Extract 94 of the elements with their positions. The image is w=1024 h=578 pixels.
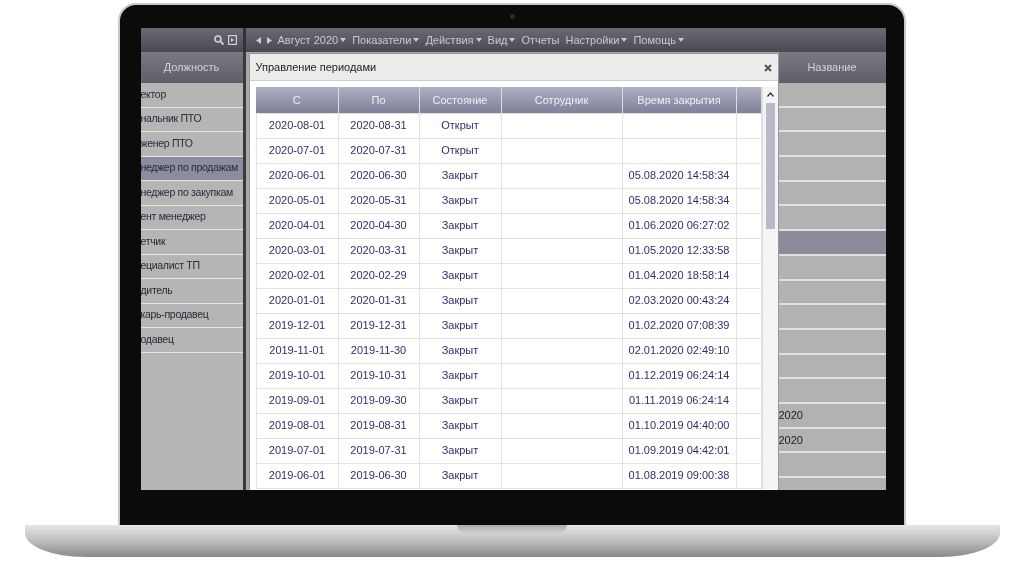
sidebar-item[interactable]: ент менеджер xyxy=(140,205,243,230)
table-cell: Закрыт xyxy=(419,413,501,438)
table-cell: 05.08.2020 14:58:34 xyxy=(622,163,736,188)
table-cell: 2020-04-30 xyxy=(338,213,419,238)
sidebar-item[interactable]: ециалист ТП xyxy=(140,254,243,279)
table-cell: 01.09.2019 04:42:01 xyxy=(622,438,736,463)
table-cell: 2020-01-01 xyxy=(256,288,338,313)
table-cell: Закрыт xyxy=(419,438,501,463)
table-cell: 01.12.2019 06:24:14 xyxy=(622,363,736,388)
menu-item[interactable]: Отчеты xyxy=(521,31,560,49)
table-cell: 2019-07-01 xyxy=(256,438,338,463)
table-cell: 2020-03-31 xyxy=(338,238,419,263)
column-header: Должность xyxy=(140,52,243,83)
table-cell: 2019-11-30 xyxy=(338,338,419,363)
table-cell: 2019-09-30 xyxy=(338,388,419,413)
table-cell: 2019-10-31 xyxy=(338,363,419,388)
table-cell: 01.05.2020 12:33:58 xyxy=(622,238,736,263)
table-cell: 2019-06-01 xyxy=(256,463,338,488)
table-cell: 2020-04-01 xyxy=(256,213,338,238)
sidebar-item[interactable]: ектор xyxy=(140,83,243,108)
close-icon xyxy=(763,64,772,73)
menu-item[interactable]: Август 2020 xyxy=(277,31,347,49)
table-cell: 2020-02-29 xyxy=(338,263,419,288)
table-cell: Закрыт xyxy=(419,313,501,338)
menu-item[interactable]: Вид xyxy=(487,31,516,49)
table-cell: 01.08.2019 09:00:38 xyxy=(622,463,736,488)
column-header[interactable]: По xyxy=(338,87,419,113)
table-cell: 2020-07-31 xyxy=(338,138,419,163)
next-arrow-icon[interactable] xyxy=(266,36,272,44)
sidebar-item[interactable]: неджер по закупкам xyxy=(140,181,243,206)
column-header[interactable]: Время закрытия xyxy=(622,87,736,113)
sidebar-item[interactable]: одавец xyxy=(140,328,243,353)
table-cell: 2019-07-31 xyxy=(338,438,419,463)
table-cell: 2020-03-01 xyxy=(256,238,338,263)
table-cell: 2020-06-01 xyxy=(256,163,338,188)
sidebar-item[interactable]: дитель xyxy=(140,279,243,304)
menu-item[interactable]: Показатели xyxy=(352,31,420,49)
table-cell: 2020-02-01 xyxy=(256,263,338,288)
scroll-thumb[interactable] xyxy=(765,103,775,229)
table-cell: Закрыт xyxy=(419,263,501,288)
prev-arrow-icon[interactable] xyxy=(255,36,261,44)
column-header[interactable]: Состояние xyxy=(419,87,501,113)
search-icon[interactable] xyxy=(213,35,224,45)
menu-item[interactable]: Действия xyxy=(425,31,482,49)
table-cell: 01.11.2019 06:24:14 xyxy=(622,388,736,413)
table-cell: 2020-08-01 xyxy=(256,113,338,138)
menu-item[interactable]: Настройки xyxy=(565,31,628,49)
column-header[interactable]: Сотрудник xyxy=(501,87,622,113)
table-cell: 2020-08-31 xyxy=(338,113,419,138)
camera-dot xyxy=(509,14,515,19)
sidebar-item[interactable]: етчик xyxy=(140,230,243,255)
table-cell: Закрыт xyxy=(419,188,501,213)
table-cell: 2019-10-01 xyxy=(256,363,338,388)
table-cell: 2019-12-31 xyxy=(338,313,419,338)
table-cell: 2019-08-31 xyxy=(338,413,419,438)
table-cell: 01.04.2020 18:58:14 xyxy=(622,263,736,288)
table-cell: 02.01.2020 02:49:10 xyxy=(622,338,736,363)
table-cell: Открыт xyxy=(419,113,501,138)
table-cell: Закрыт xyxy=(419,463,501,488)
table-cell: 02.03.2020 00:43:24 xyxy=(622,288,736,313)
table-cell: 01.10.2019 04:40:00 xyxy=(622,413,736,438)
table-cell: 01.06.2020 06:27:02 xyxy=(622,213,736,238)
table-cell: 05.08.2020 14:58:34 xyxy=(622,188,736,213)
table-cell: 2020 xyxy=(778,428,886,454)
table-cell: 2020-05-01 xyxy=(256,188,338,213)
table-cell: 01.02.2020 07:08:39 xyxy=(622,313,736,338)
sidebar-item[interactable]: неджер по продажам xyxy=(140,156,243,181)
table-cell: 2019-11-01 xyxy=(256,338,338,363)
table-cell: 2019-12-01 xyxy=(256,313,338,338)
sidebar-item[interactable]: нальник ПТО xyxy=(140,107,243,132)
menu-item[interactable]: Помощь xyxy=(633,31,684,49)
table-cell: 2019-09-01 xyxy=(256,388,338,413)
dialog-title: Управление периодами xyxy=(255,59,377,75)
table-cell: Закрыт xyxy=(419,238,501,263)
column-header[interactable]: С xyxy=(256,87,338,113)
chevron-up-icon xyxy=(766,91,774,97)
sidebar-item[interactable]: женер ПТО xyxy=(140,132,243,157)
table-cell: 2020-05-31 xyxy=(338,188,419,213)
table-cell: Закрыт xyxy=(419,388,501,413)
column-header: Название xyxy=(778,52,886,83)
table-cell: Закрыт xyxy=(419,288,501,313)
table-cell: 2020 xyxy=(778,403,886,429)
table-cell: Закрыт xyxy=(419,213,501,238)
table-cell: 2020-06-30 xyxy=(338,163,419,188)
table-cell: 2020-07-01 xyxy=(256,138,338,163)
table-cell: 2019-06-30 xyxy=(338,463,419,488)
exit-icon[interactable] xyxy=(227,35,237,45)
table-cell: 2019-08-01 xyxy=(256,413,338,438)
sidebar-item[interactable]: карь-продавец xyxy=(140,303,243,328)
table-cell: Открыт xyxy=(419,138,501,163)
table-cell: Закрыт xyxy=(419,163,501,188)
table-cell: 2020-01-31 xyxy=(338,288,419,313)
table-cell: Закрыт xyxy=(419,338,501,363)
table-cell: Закрыт xyxy=(419,363,501,388)
